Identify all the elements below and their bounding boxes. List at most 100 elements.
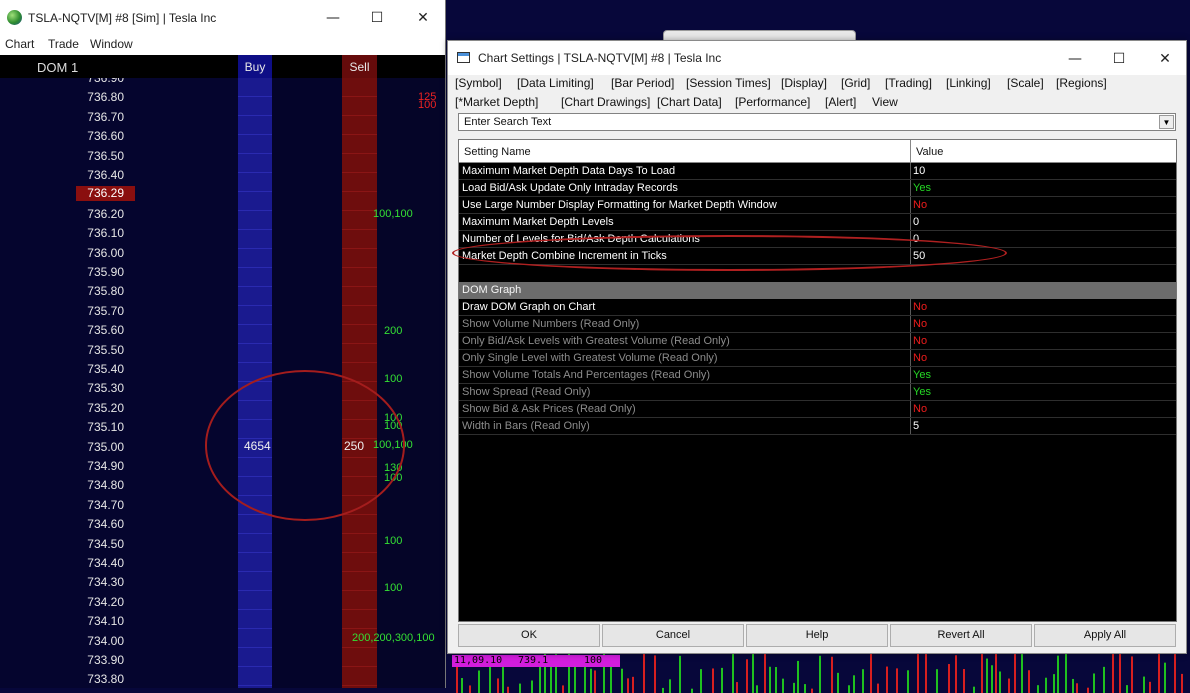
- price-level[interactable]: 736.60: [44, 129, 124, 143]
- price-level[interactable]: 735.20: [44, 401, 124, 415]
- tab-scale[interactable]: [Scale]: [1007, 76, 1044, 90]
- price-level[interactable]: 733.80: [44, 672, 124, 686]
- maximize-button[interactable]: ☐: [1104, 49, 1134, 69]
- revert-all-button[interactable]: Revert All: [890, 624, 1032, 647]
- menu-window[interactable]: Window: [90, 37, 133, 51]
- price-level[interactable]: 735.90: [44, 265, 124, 279]
- price-level[interactable]: 735.60: [44, 323, 124, 337]
- setting-row[interactable]: Only Bid/Ask Levels with Greatest Volume…: [459, 333, 1176, 350]
- price-level[interactable]: 734.50: [44, 537, 124, 551]
- price-level[interactable]: 734.00: [44, 634, 124, 648]
- close-button[interactable]: ✕: [408, 8, 438, 28]
- dom-titlebar[interactable]: TSLA-NQTV[M] #8 [Sim] | Tesla Inc — ☐ ✕: [0, 0, 445, 36]
- price-level[interactable]: 734.90: [44, 459, 124, 473]
- price-level[interactable]: 734.70: [44, 498, 124, 512]
- price-level[interactable]: 736.00: [44, 246, 124, 260]
- price-level[interactable]: 733.90: [44, 653, 124, 667]
- background-price-strip: 11,09.10 739.1 100: [452, 655, 620, 667]
- group-header-dom-graph[interactable]: DOM Graph: [459, 282, 1176, 299]
- search-input[interactable]: Enter Search Text ▼: [458, 113, 1176, 131]
- tab-chart-drawings[interactable]: [Chart Drawings]: [561, 95, 650, 109]
- price-level[interactable]: 736.20: [44, 207, 124, 221]
- setting-row[interactable]: Maximum Market Depth Levels 0: [459, 214, 1176, 231]
- price-level[interactable]: 736.80: [44, 90, 124, 104]
- tab-data-limiting[interactable]: [Data Limiting]: [517, 76, 594, 90]
- tab-performance[interactable]: [Performance]: [735, 95, 810, 109]
- tab-bar-period[interactable]: [Bar Period]: [611, 76, 674, 90]
- price-level[interactable]: 736.10: [44, 226, 124, 240]
- maximize-button[interactable]: ☐: [362, 8, 392, 28]
- sell-column-header[interactable]: Sell: [342, 55, 377, 78]
- background-volume-bar: [1158, 653, 1160, 693]
- setting-row[interactable]: Show Spread (Read Only) Yes: [459, 384, 1176, 401]
- menu-trade[interactable]: Trade: [48, 37, 79, 51]
- setting-value[interactable]: No: [913, 301, 927, 313]
- tab-session-times[interactable]: [Session Times]: [686, 76, 771, 90]
- column-divider: [910, 214, 911, 230]
- price-level[interactable]: 735.50: [44, 343, 124, 357]
- background-volume-bar: [948, 664, 950, 693]
- setting-name: Draw DOM Graph on Chart: [462, 301, 596, 313]
- price-level[interactable]: 736.70: [44, 110, 124, 124]
- price-level[interactable]: 734.60: [44, 517, 124, 531]
- settings-titlebar[interactable]: Chart Settings | TSLA-NQTV[M] #8 | Tesla…: [448, 41, 1186, 75]
- tab-view[interactable]: View: [872, 95, 898, 109]
- price-level[interactable]: 734.10: [44, 614, 124, 628]
- price-level[interactable]: 734.80: [44, 478, 124, 492]
- setting-row[interactable]: Load Bid/Ask Update Only Intraday Record…: [459, 180, 1176, 197]
- close-button[interactable]: ✕: [1150, 49, 1180, 69]
- setting-name: Only Single Level with Greatest Volume (…: [462, 352, 718, 364]
- setting-row[interactable]: Show Volume Totals And Percentages (Read…: [459, 367, 1176, 384]
- price-level[interactable]: 735.10: [44, 420, 124, 434]
- tab-linking[interactable]: [Linking]: [946, 76, 991, 90]
- price-level[interactable]: 735.40: [44, 362, 124, 376]
- apply-all-button[interactable]: Apply All: [1034, 624, 1176, 647]
- tab-chart-data[interactable]: [Chart Data]: [657, 95, 722, 109]
- price-level[interactable]: 735.30: [44, 381, 124, 395]
- current-price-cell[interactable]: 736.29: [76, 186, 135, 202]
- price-level[interactable]: 735.70: [44, 304, 124, 318]
- setting-value[interactable]: 10: [913, 165, 925, 177]
- setting-row[interactable]: Width in Bars (Read Only) 5: [459, 418, 1176, 435]
- price-level[interactable]: 734.40: [44, 556, 124, 570]
- minimize-button[interactable]: —: [1060, 49, 1090, 69]
- tab-symbol[interactable]: [Symbol]: [455, 76, 502, 90]
- background-volume-bar: [461, 678, 463, 693]
- setting-value[interactable]: Yes: [913, 182, 931, 194]
- buy-column-header[interactable]: Buy: [238, 55, 272, 78]
- help-button[interactable]: Help: [746, 624, 888, 647]
- ok-button[interactable]: OK: [458, 624, 600, 647]
- column-header-name[interactable]: Setting Name: [464, 146, 531, 158]
- tab-grid[interactable]: [Grid]: [841, 76, 870, 90]
- menu-chart[interactable]: Chart: [5, 37, 34, 51]
- price-level[interactable]: 735.80: [44, 284, 124, 298]
- price-level[interactable]: 736.90: [44, 78, 124, 85]
- price-level[interactable]: 734.20: [44, 595, 124, 609]
- background-volume-bar: [1087, 687, 1089, 693]
- setting-row[interactable]: Draw DOM Graph on Chart No: [459, 299, 1176, 316]
- setting-value[interactable]: No: [913, 199, 927, 211]
- background-volume-bar: [562, 685, 564, 693]
- minimize-button[interactable]: —: [318, 8, 348, 28]
- price-level[interactable]: 735.00: [44, 440, 124, 454]
- column-header-value[interactable]: Value: [916, 146, 943, 158]
- cancel-button[interactable]: Cancel: [602, 624, 744, 647]
- tab-regions[interactable]: [Regions]: [1056, 76, 1107, 90]
- tab-market-depth[interactable]: [*Market Depth]: [455, 95, 538, 109]
- setting-row[interactable]: Only Single Level with Greatest Volume (…: [459, 350, 1176, 367]
- setting-name: Maximum Market Depth Levels: [462, 216, 614, 228]
- price-level[interactable]: 736.50: [44, 149, 124, 163]
- tab-trading[interactable]: [Trading]: [885, 76, 932, 90]
- price-level[interactable]: 736.40: [44, 168, 124, 182]
- setting-row[interactable]: Maximum Market Depth Data Days To Load 1…: [459, 163, 1176, 180]
- background-volume-bar: [936, 669, 938, 693]
- column-divider[interactable]: [910, 140, 911, 163]
- setting-row[interactable]: Show Bid & Ask Prices (Read Only) No: [459, 401, 1176, 418]
- tab-alert[interactable]: [Alert]: [825, 95, 856, 109]
- setting-value[interactable]: 0: [913, 216, 919, 228]
- tab-display[interactable]: [Display]: [781, 76, 827, 90]
- setting-row[interactable]: Show Volume Numbers (Read Only) No: [459, 316, 1176, 333]
- price-level[interactable]: 734.30: [44, 575, 124, 589]
- chevron-down-icon[interactable]: ▼: [1159, 115, 1174, 129]
- setting-row[interactable]: Use Large Number Display Formatting for …: [459, 197, 1176, 214]
